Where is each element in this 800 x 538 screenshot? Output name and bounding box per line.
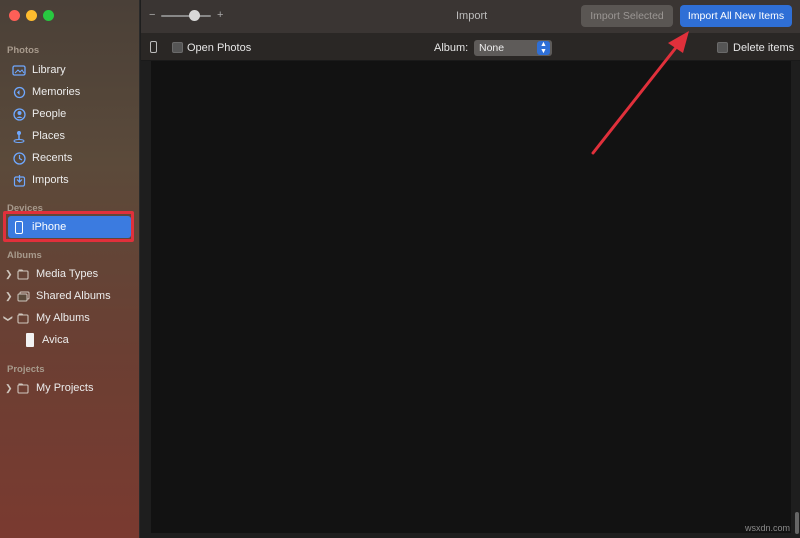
memories-icon bbox=[12, 85, 26, 99]
section-label-projects: Projects bbox=[7, 364, 45, 375]
scrollbar[interactable] bbox=[795, 512, 799, 534]
window-controls bbox=[9, 10, 54, 21]
import-all-new-items-button[interactable]: Import All New Items bbox=[680, 5, 792, 27]
sidebar-item-media-types[interactable]: Media Types bbox=[16, 264, 98, 284]
folder-icon bbox=[16, 267, 30, 281]
zoom-slider-knob[interactable] bbox=[189, 10, 200, 21]
annotation-highlight-box bbox=[3, 211, 134, 242]
sidebar-item-label: My Albums bbox=[36, 312, 90, 324]
sidebar-item-shared-albums[interactable]: Shared Albums bbox=[16, 286, 111, 306]
sidebar-item-recents[interactable]: Recents bbox=[12, 148, 72, 168]
sidebar-item-library[interactable]: Library bbox=[12, 60, 66, 80]
chevron-right-icon[interactable]: ❯ bbox=[5, 291, 13, 302]
sidebar-item-label: People bbox=[32, 108, 67, 120]
sidebar-item-memories[interactable]: Memories bbox=[12, 82, 80, 102]
close-window-button[interactable] bbox=[9, 10, 20, 21]
sidebar-item-label: Memories bbox=[32, 86, 81, 98]
shared-albums-icon bbox=[16, 289, 30, 303]
sidebar-item-imports[interactable]: Imports bbox=[12, 170, 69, 190]
zoom-out-icon[interactable]: − bbox=[149, 9, 155, 21]
sidebar-item-avica[interactable]: Avica bbox=[26, 330, 69, 350]
places-icon bbox=[12, 129, 26, 143]
album-select[interactable]: None ▲ ▼ bbox=[474, 40, 552, 56]
sidebar-item-my-albums[interactable]: My Albums bbox=[16, 308, 90, 328]
sidebar-item-label: Recents bbox=[32, 152, 73, 164]
sidebar-item-label: Library bbox=[32, 64, 66, 76]
open-photos-checkbox[interactable] bbox=[172, 42, 183, 53]
chevron-right-icon[interactable]: ❯ bbox=[5, 383, 13, 394]
section-label-albums: Albums bbox=[7, 250, 42, 261]
recents-icon bbox=[12, 151, 26, 165]
delete-items-checkbox[interactable] bbox=[717, 42, 728, 53]
open-photos-label: Open Photos bbox=[187, 42, 252, 54]
delete-items-label: Delete items bbox=[733, 42, 795, 54]
chevron-up-down-icon: ▲ ▼ bbox=[537, 41, 550, 55]
imports-icon bbox=[12, 173, 26, 187]
sidebar-item-label: My Projects bbox=[36, 382, 94, 394]
sidebar-item-label: Shared Albums bbox=[36, 290, 111, 302]
device-icon bbox=[150, 41, 157, 53]
chevron-down-icon[interactable]: ❯ bbox=[2, 315, 13, 323]
zoom-slider[interactable] bbox=[161, 15, 211, 17]
import-content-area bbox=[151, 61, 791, 533]
toolbar: − + Import Import Selected Import All Ne… bbox=[141, 0, 800, 33]
section-label-photos: Photos bbox=[7, 45, 40, 56]
album-thumb-icon bbox=[26, 333, 34, 347]
sidebar-item-label: Avica bbox=[42, 334, 69, 346]
maximize-window-button[interactable] bbox=[43, 10, 54, 21]
folder-icon bbox=[16, 311, 30, 325]
minimize-window-button[interactable] bbox=[26, 10, 37, 21]
import-options-bar: Open Photos Album: None ▲ ▼ Delete items bbox=[141, 33, 800, 61]
window-title: Import bbox=[456, 10, 488, 22]
sidebar-item-label: Media Types bbox=[36, 268, 99, 280]
zoom-in-icon[interactable]: + bbox=[217, 9, 223, 21]
chevron-right-icon[interactable]: ❯ bbox=[5, 269, 13, 280]
library-icon bbox=[12, 63, 26, 77]
sidebar: Photos Library Memories People Places Re… bbox=[0, 0, 140, 538]
sidebar-item-label: Imports bbox=[32, 174, 69, 186]
album-select-value: None bbox=[479, 42, 505, 54]
sidebar-item-my-projects[interactable]: My Projects bbox=[16, 378, 93, 398]
sidebar-item-places[interactable]: Places bbox=[12, 126, 65, 146]
folder-icon bbox=[16, 381, 30, 395]
people-icon bbox=[12, 107, 26, 121]
album-label: Album: bbox=[434, 42, 469, 54]
sidebar-item-people[interactable]: People bbox=[12, 104, 66, 124]
watermark: wsxdn.com bbox=[745, 523, 791, 533]
import-selected-button[interactable]: Import Selected bbox=[581, 5, 673, 27]
sidebar-item-label: Places bbox=[32, 130, 66, 142]
